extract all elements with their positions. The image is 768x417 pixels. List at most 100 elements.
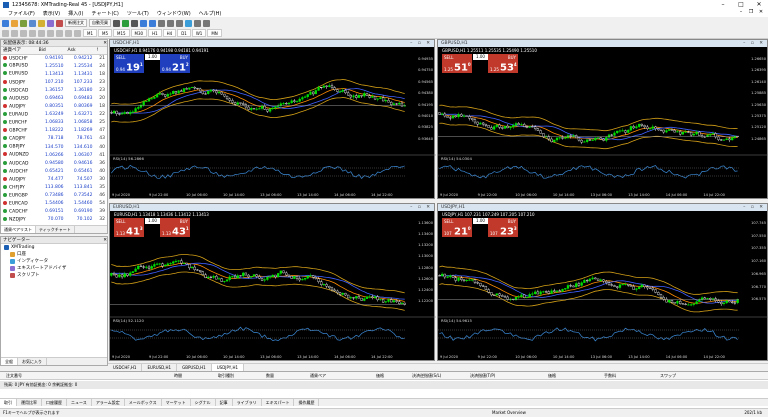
- chart-window-controls-icon[interactable]: – ▫ ✕: [410, 204, 432, 211]
- nav-experts[interactable]: エキスパートアドバイザ: [1, 265, 107, 272]
- table-row[interactable]: GBPCHF 1.18222 1.18269 47: [1, 127, 107, 135]
- minimize-icon[interactable]: –: [714, 0, 732, 9]
- col-bid[interactable]: Bid: [36, 47, 66, 55]
- candle-chart-icon[interactable]: [122, 19, 129, 27]
- terminal-tab[interactable]: ニュース: [67, 399, 92, 406]
- table-row[interactable]: AUDCAD 0.94580 0.94616 36: [1, 159, 107, 167]
- autoscroll-icon[interactable]: [167, 19, 174, 27]
- menu-tools[interactable]: ツール(T): [127, 10, 149, 17]
- table-row[interactable]: EURGBP 0.73486 0.73542 46: [1, 192, 107, 200]
- table-row[interactable]: USDCAD 1.36157 1.36180 23: [1, 86, 107, 94]
- table-row[interactable]: CHFJPY 113.806 113.841 35: [1, 184, 107, 192]
- tf-m5[interactable]: M5: [98, 29, 112, 37]
- chart-title[interactable]: GBPUSD,H1 – ▫ ✕: [438, 40, 767, 47]
- maximize-icon[interactable]: □: [732, 0, 750, 9]
- tf-m15[interactable]: M15: [113, 29, 130, 37]
- chart-window-controls-icon[interactable]: – ▫ ✕: [743, 204, 765, 211]
- terminal-tab[interactable]: 操作履歴: [294, 399, 320, 406]
- terminal-tab[interactable]: ライブラリ: [233, 399, 262, 406]
- channel-icon[interactable]: [47, 29, 54, 37]
- col-swap[interactable]: スワップ: [660, 372, 676, 380]
- col-spread[interactable]: !: [94, 47, 107, 55]
- balance-row[interactable]: 残高: 0 JPY 有効証拠金: 0 余剰証拠金: 0: [0, 381, 768, 389]
- chart-title[interactable]: EURUSD,H1 – ▫ ✕: [110, 204, 434, 211]
- tile-windows-icon[interactable]: [158, 19, 165, 27]
- nav-scripts[interactable]: スクリプト: [1, 272, 107, 279]
- templates-icon[interactable]: [203, 19, 210, 27]
- nav-broker[interactable]: XMTrading: [1, 244, 107, 251]
- navigator-close-icon[interactable]: ✕: [103, 237, 107, 243]
- navigator-icon[interactable]: [38, 19, 45, 27]
- terminal-tab[interactable]: シグナル: [191, 399, 216, 406]
- table-row[interactable]: AUDJPY 74.477 74.507 30: [1, 175, 107, 183]
- nav-indicators[interactable]: インディケータ: [1, 258, 107, 265]
- terminal-tab[interactable]: マーケット: [162, 399, 191, 406]
- menu-window[interactable]: ウィンドウ(W): [157, 10, 191, 17]
- sell-button[interactable]: SELL 1.13 413: [114, 218, 144, 237]
- table-row[interactable]: EURAUD 1.63249 1.63271 22: [1, 111, 107, 119]
- col-pair[interactable]: 通貨ペア: [310, 372, 326, 380]
- col-time[interactable]: 時間: [174, 372, 182, 380]
- close-icon[interactable]: ✕: [750, 0, 768, 9]
- table-row[interactable]: AUDCHF 0.65421 0.65461 40: [1, 167, 107, 175]
- auto-trade-button[interactable]: 自動売買: [89, 19, 111, 27]
- table-row[interactable]: GBPUSD 1.25510 1.25534 24: [1, 62, 107, 70]
- mdi-restore-icon[interactable]: ❐: [746, 9, 756, 15]
- col-order[interactable]: 注文番号: [6, 372, 22, 380]
- line-chart-icon[interactable]: [131, 19, 138, 27]
- chart-tab-usdchf[interactable]: USDCHF,H1: [108, 364, 143, 371]
- buy-button[interactable]: BUY 1.25 534: [488, 54, 518, 73]
- tab-tick-chart[interactable]: ティックチャート: [36, 226, 75, 233]
- table-row[interactable]: CADCHF 0.69151 0.69190 39: [1, 208, 107, 216]
- tab-symbols[interactable]: 通貨ペアリスト: [1, 226, 36, 233]
- fibonacci-icon[interactable]: [56, 29, 63, 37]
- terminal-tab[interactable]: エキスパート: [262, 399, 295, 406]
- table-row[interactable]: EURCHF 1.06833 1.06858 25: [1, 119, 107, 127]
- buy-button[interactable]: BUY 1.13 431: [160, 218, 190, 237]
- lot-size-input[interactable]: 1.00: [473, 218, 488, 224]
- chart-title[interactable]: USDJPY,H1 – ▫ ✕: [438, 204, 767, 211]
- data-window-icon[interactable]: [29, 19, 36, 27]
- buy-button[interactable]: BUY 107 233: [488, 218, 518, 237]
- lot-size-input[interactable]: 1.00: [145, 54, 160, 60]
- terminal-tab[interactable]: 取引: [0, 399, 17, 406]
- crosshair-icon[interactable]: [11, 29, 18, 37]
- periods-icon[interactable]: [194, 19, 201, 27]
- sell-button[interactable]: SELL 107 210: [442, 218, 472, 237]
- zoom-in-icon[interactable]: [140, 19, 147, 27]
- terminal-tab[interactable]: 口座履歴: [42, 399, 67, 406]
- tf-mn[interactable]: MN: [207, 29, 222, 37]
- table-row[interactable]: AUDJPY 0.80351 0.80369 18: [1, 103, 107, 111]
- mdi-close-icon[interactable]: ✕: [756, 9, 766, 15]
- profiles-icon[interactable]: [11, 19, 18, 27]
- col-price[interactable]: 価格: [376, 372, 384, 380]
- terminal-tab[interactable]: メールボックス: [125, 399, 162, 406]
- col-sl[interactable]: 決済逆指値(S/L): [412, 372, 441, 380]
- menu-insert[interactable]: 挿入(I): [68, 10, 83, 17]
- tf-m1[interactable]: M1: [83, 29, 97, 37]
- tab-favorites[interactable]: お気に入り: [18, 358, 47, 365]
- lot-size-input[interactable]: 1.00: [145, 218, 160, 224]
- col-commission[interactable]: 手数料: [604, 372, 616, 380]
- chart-tab-gbpusd[interactable]: GBPUSD,H1: [177, 364, 212, 371]
- table-row[interactable]: NZDJPY 70.070 70.102 32: [1, 216, 107, 224]
- panel-close-icon[interactable]: ✕: [103, 40, 107, 46]
- zoom-out-icon[interactable]: [149, 19, 156, 27]
- indicators-icon[interactable]: [185, 19, 192, 27]
- table-row[interactable]: AUDNZD 1.06266 1.06307 41: [1, 151, 107, 159]
- sell-button[interactable]: SELL 1.25 510: [442, 54, 472, 73]
- chart-title[interactable]: USDCHF,H1 – ▫ ✕: [110, 40, 434, 47]
- col-ask[interactable]: Ask: [65, 47, 95, 55]
- mdi-minimize-icon[interactable]: –: [736, 9, 746, 15]
- col-volume[interactable]: 数量: [266, 372, 274, 380]
- trendline-icon[interactable]: [38, 29, 45, 37]
- sell-button[interactable]: SELL 0.94 191: [114, 54, 144, 73]
- table-row[interactable]: USDJPY 107.210 107.233 23: [1, 78, 107, 86]
- market-watch-icon[interactable]: [20, 19, 27, 27]
- chart-tab-eurusd[interactable]: EURUSD,H1: [142, 364, 178, 371]
- tf-d1[interactable]: D1: [177, 29, 191, 37]
- horizontal-line-icon[interactable]: [29, 29, 36, 37]
- cursor-icon[interactable]: [2, 29, 9, 37]
- chart-window-controls-icon[interactable]: – ▫ ✕: [743, 40, 765, 47]
- tf-h4[interactable]: H4: [162, 29, 177, 37]
